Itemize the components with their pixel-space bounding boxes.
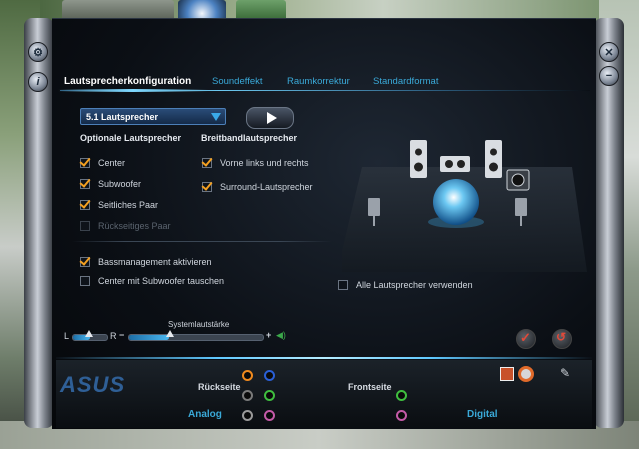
active-tab-indicator [58, 89, 208, 92]
listener-sphere [433, 179, 479, 225]
volume-plus-label: + [266, 330, 272, 340]
checkbox-box[interactable] [80, 257, 90, 267]
volume-title: Systemlautstärke [168, 320, 230, 329]
checkbox-box[interactable] [80, 276, 90, 286]
digital-label: Digital [467, 409, 498, 420]
checkbox-label: Surround-Lautsprecher [220, 182, 313, 192]
undo-icon: ↺ [556, 330, 567, 344]
balance-right-label: R [110, 331, 117, 341]
checkbox-box[interactable] [202, 158, 212, 168]
jack-orange[interactable] [242, 370, 253, 381]
fullrange-speakers-heading: Breitbandlautsprecher [201, 133, 298, 143]
jack-pink[interactable] [264, 410, 275, 421]
chevron-down-icon [211, 113, 221, 121]
checkbox-subwoofer[interactable]: Subwoofer [80, 179, 141, 189]
digital-coaxial-icon[interactable] [518, 366, 534, 382]
checkbox-side-pair[interactable]: Seitliches Paar [80, 200, 158, 210]
volume-minus-label: − [119, 330, 125, 340]
checkbox-center[interactable]: Center [80, 158, 125, 168]
subwoofer-speaker [506, 169, 530, 191]
jack-green[interactable] [264, 390, 275, 401]
balance-left-label: L [64, 331, 70, 341]
section-divider [72, 241, 332, 242]
checkbox-front-left-right[interactable]: Vorne links und rechts [202, 158, 309, 168]
bottom-glow-line [56, 357, 592, 359]
close-icon[interactable]: ✕ [599, 42, 619, 62]
front-jack-pink[interactable] [396, 410, 407, 421]
volume-fill [129, 335, 170, 340]
front-jack-green[interactable] [396, 390, 407, 401]
rear-panel-label: Rückseite [198, 382, 241, 392]
analog-label: Analog [188, 409, 222, 420]
tab-default-format[interactable]: Standardformat [373, 76, 438, 87]
asus-logo: ASUS [60, 372, 126, 397]
checkbox-bass-management[interactable]: Bassmanagement aktivieren [80, 257, 212, 267]
tab-sound-effect[interactable]: Soundeffekt [212, 76, 263, 87]
checkbox-box [80, 221, 90, 231]
front-right-speaker [485, 140, 502, 178]
front-panel-label: Frontseite [348, 382, 392, 392]
apply-button[interactable]: ✓ [516, 329, 536, 349]
checkbox-surround[interactable]: Surround-Lautsprecher [202, 182, 313, 192]
checkbox-label: Center mit Subwoofer tauschen [98, 276, 225, 286]
checkbox-label: Seitliches Paar [98, 200, 159, 210]
tab-speaker-configuration[interactable]: Lautsprecherkonfiguration [64, 76, 191, 87]
checkbox-rear-pair: Rückseitiges Paar [80, 221, 171, 231]
speaker-volume-icon[interactable]: ◀) [276, 330, 286, 341]
center-speaker [440, 156, 470, 172]
tools-icon[interactable]: ✎ [560, 366, 570, 380]
tab-room-correction[interactable]: Raumkorrektur [287, 76, 350, 87]
jack-blue[interactable] [264, 370, 275, 381]
jack-gray[interactable] [242, 410, 253, 421]
checkmark-icon: ✓ [520, 330, 531, 345]
speaker-config-value: 5.1 Lautsprecher [86, 112, 159, 122]
checkbox-label: Vorne links und rechts [220, 158, 309, 168]
checkbox-label: Center [98, 158, 126, 168]
speaker-config-select[interactable]: 5.1 Lautsprecher [80, 108, 226, 125]
reset-button[interactable]: ↺ [552, 329, 572, 349]
minimize-icon[interactable]: − [599, 66, 619, 86]
checkbox-box[interactable] [202, 182, 212, 192]
jack-black[interactable] [242, 390, 253, 401]
balance-slider[interactable] [72, 330, 108, 341]
volume-slider[interactable] [128, 330, 264, 341]
speaker-stage-illustration [342, 140, 587, 272]
checkbox-box[interactable] [80, 179, 90, 189]
play-icon [266, 112, 277, 124]
checkbox-label: Bassmanagement aktivieren [98, 257, 212, 267]
front-left-speaker [410, 140, 427, 178]
info-icon[interactable]: i [28, 72, 48, 92]
checkbox-use-all-speakers[interactable]: Alle Lautsprecher verwenden [338, 280, 473, 290]
checkbox-box[interactable] [80, 200, 90, 210]
digital-optical-icon[interactable] [500, 367, 514, 381]
play-test-button[interactable] [246, 107, 294, 129]
optional-speakers-heading: Optionale Lautsprecher [80, 133, 182, 143]
settings-icon[interactable]: ⚙ [28, 42, 48, 62]
checkbox-swap-center-sub[interactable]: Center mit Subwoofer tauschen [80, 276, 224, 286]
volume-thumb[interactable] [166, 330, 174, 337]
balance-thumb[interactable] [85, 330, 93, 337]
checkbox-label: Alle Lautsprecher verwenden [356, 280, 473, 290]
checkbox-label: Subwoofer [98, 179, 142, 189]
checkbox-box[interactable] [338, 280, 348, 290]
checkbox-label: Rückseitiges Paar [98, 221, 171, 231]
checkbox-box[interactable] [80, 158, 90, 168]
